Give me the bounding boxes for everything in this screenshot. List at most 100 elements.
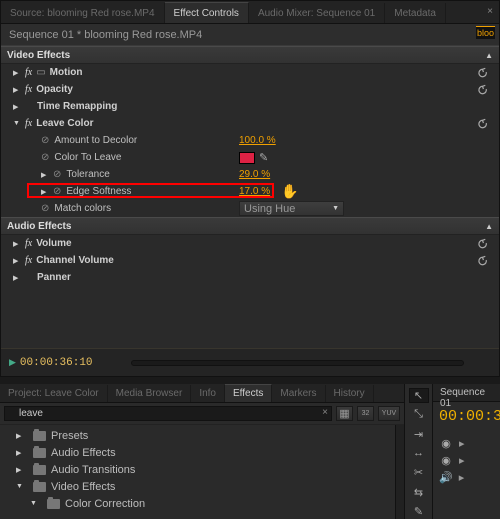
disclosure-icon[interactable]: ▼ xyxy=(16,483,24,490)
pen-tool[interactable]: ✎ xyxy=(409,504,429,519)
tab-project[interactable]: Project: Leave Color xyxy=(0,385,108,402)
fx-icon: fx xyxy=(25,67,32,78)
disclosure-icon[interactable]: ▼ xyxy=(30,500,38,507)
clip-title: Sequence 01 * blooming Red rose.MP4 xyxy=(9,29,202,41)
video-track[interactable]: ◉▸ xyxy=(433,452,500,469)
rate-stretch-tool[interactable]: ↔ xyxy=(409,446,429,461)
folder-icon xyxy=(33,482,46,492)
tab-markers[interactable]: Markers xyxy=(272,385,325,402)
ripple-edit-tool[interactable]: ⇥ xyxy=(409,427,429,442)
video-track[interactable]: ◉▸ xyxy=(433,435,500,452)
close-icon[interactable]: × xyxy=(487,6,493,17)
prop-edge-softness[interactable]: ▶ ⊘ Edge Softness 17.0 % ✋ xyxy=(1,183,499,200)
prop-value[interactable]: 100.0 % xyxy=(239,135,276,146)
tab-effect-controls[interactable]: Effect Controls xyxy=(165,2,249,23)
accelerated-filter-button[interactable]: 32 xyxy=(357,406,374,421)
new-bin-button[interactable]: ▦ xyxy=(336,406,353,421)
disclosure-icon[interactable]: ▶ xyxy=(13,103,21,111)
effects-search-input[interactable] xyxy=(4,406,332,421)
disclosure-icon[interactable]: ▶ xyxy=(16,449,24,457)
reset-button[interactable] xyxy=(476,84,489,96)
match-colors-dropdown[interactable]: Using Hue ▼ xyxy=(239,201,344,216)
disclosure-icon[interactable]: ▼ xyxy=(13,120,21,127)
reset-button[interactable] xyxy=(476,238,489,250)
timeline-timecode[interactable]: 00:00:3 xyxy=(433,402,500,425)
disclosure-icon[interactable]: ▶ xyxy=(41,171,49,179)
disclosure-icon[interactable]: ▶ xyxy=(13,274,21,282)
disclosure-icon[interactable]: ▶ xyxy=(13,240,21,248)
audio-track[interactable]: 🔊▸ xyxy=(433,469,500,486)
effect-label: Motion xyxy=(50,67,83,78)
prop-tolerance[interactable]: ▶ ⊘ Tolerance 29.0 % xyxy=(1,166,499,183)
fx-icon: fx xyxy=(25,118,32,129)
eye-icon[interactable]: ◉ xyxy=(439,437,453,450)
tree-audio-transitions[interactable]: ▶Audio Transitions xyxy=(6,461,389,478)
tab-effects[interactable]: Effects xyxy=(225,384,272,402)
razor-tool[interactable]: ✂ xyxy=(409,465,429,480)
tab-history[interactable]: History xyxy=(326,385,374,402)
effect-channel-volume[interactable]: ▶ fx Channel Volume xyxy=(1,252,499,269)
effect-leave-color[interactable]: ▼ fx Leave Color xyxy=(1,115,499,132)
folder-icon xyxy=(33,448,46,458)
effect-motion[interactable]: ▶ fx ▭ Motion xyxy=(1,64,499,81)
prop-color-to-leave[interactable]: ⊘ Color To Leave ✎ xyxy=(1,149,499,166)
effect-label: Leave Color xyxy=(36,118,93,129)
effect-time-remapping[interactable]: ▶ Time Remapping xyxy=(1,98,499,115)
keyframe-toggle-icon[interactable]: ⊘ xyxy=(53,169,61,180)
disclosure-icon[interactable]: ▶ xyxy=(16,466,24,474)
track-select-tool[interactable]: ⤡ xyxy=(409,407,429,422)
effect-panner[interactable]: ▶ Panner xyxy=(1,269,499,286)
effect-label: Panner xyxy=(37,272,71,283)
tree-video-effects[interactable]: ▼Video Effects xyxy=(6,478,389,495)
timeline-tab[interactable]: Sequence 01 xyxy=(433,384,500,402)
prop-amount-to-decolor[interactable]: ⊘ Amount to Decolor 100.0 % xyxy=(1,132,499,149)
zoom-slider[interactable] xyxy=(131,360,464,366)
eyedropper-icon[interactable]: ✎ xyxy=(259,151,268,164)
project-panel-tabs: Project: Leave Color Media Browser Info … xyxy=(0,384,404,403)
clip-header: Sequence 01 * blooming Red rose.MP4 bloo xyxy=(1,24,499,46)
tree-scrollbar[interactable] xyxy=(395,425,404,519)
tab-audio-mixer[interactable]: Audio Mixer: Sequence 01 xyxy=(249,3,385,23)
speaker-icon[interactable]: 🔊 xyxy=(439,471,453,484)
prop-value[interactable]: 29.0 % xyxy=(239,169,270,180)
highlight-box xyxy=(27,183,274,198)
section-video-effects[interactable]: Video Effects ▲ xyxy=(1,46,499,64)
eye-icon[interactable]: ◉ xyxy=(439,454,453,467)
disclosure-icon[interactable]: ▶ xyxy=(16,432,24,440)
tab-info[interactable]: Info xyxy=(191,385,225,402)
reset-button[interactable] xyxy=(476,67,489,79)
disclosure-icon[interactable]: ▶ xyxy=(13,86,21,94)
effect-opacity[interactable]: ▶ fx Opacity xyxy=(1,81,499,98)
keyframe-toggle-icon[interactable]: ⊘ xyxy=(41,203,49,214)
prop-match-colors[interactable]: ⊘ Match colors Using Hue ▼ xyxy=(1,200,499,217)
clear-search-icon[interactable]: × xyxy=(322,407,328,418)
current-timecode[interactable]: 00:00:36:10 xyxy=(20,357,93,369)
fx-icon: fx xyxy=(25,238,32,249)
tab-metadata[interactable]: Metadata xyxy=(385,3,446,23)
tree-presets[interactable]: ▶Presets xyxy=(6,427,389,444)
section-audio-effects[interactable]: Audio Effects ▲ xyxy=(1,217,499,235)
prop-value[interactable]: 17.0 % xyxy=(239,186,270,197)
keyframe-toggle-icon[interactable]: ⊘ xyxy=(53,186,61,197)
selection-tool[interactable]: ↖ xyxy=(409,388,429,403)
keyframe-toggle-icon[interactable]: ⊘ xyxy=(41,152,49,163)
tab-media-browser[interactable]: Media Browser xyxy=(108,385,192,402)
tree-audio-effects[interactable]: ▶Audio Effects xyxy=(6,444,389,461)
tab-source[interactable]: Source: blooming Red rose.MP4 xyxy=(1,3,165,23)
tree-color-correction[interactable]: ▼Color Correction xyxy=(6,495,389,512)
yuv-filter-button[interactable]: YUV xyxy=(378,406,400,421)
keyframe-toggle-icon[interactable]: ⊘ xyxy=(41,135,49,146)
folder-icon xyxy=(33,431,46,441)
transform-icon: ▭ xyxy=(36,67,45,78)
disclosure-icon[interactable]: ▶ xyxy=(13,69,21,77)
prop-label: Match colors xyxy=(54,203,111,214)
slip-tool[interactable]: ⇆ xyxy=(409,484,429,499)
effect-volume[interactable]: ▶ fx Volume xyxy=(1,235,499,252)
disclosure-icon[interactable]: ▶ xyxy=(13,257,21,265)
effects-search-row: 🔍 × ▦ 32 YUV xyxy=(0,403,404,425)
timeline-panel: Sequence 01 00:00:3 ◉▸ ◉▸ 🔊▸ xyxy=(433,384,500,519)
reset-button[interactable] xyxy=(476,118,489,130)
reset-button[interactable] xyxy=(476,255,489,267)
disclosure-icon[interactable]: ▶ xyxy=(41,188,49,196)
color-swatch[interactable] xyxy=(239,152,255,164)
